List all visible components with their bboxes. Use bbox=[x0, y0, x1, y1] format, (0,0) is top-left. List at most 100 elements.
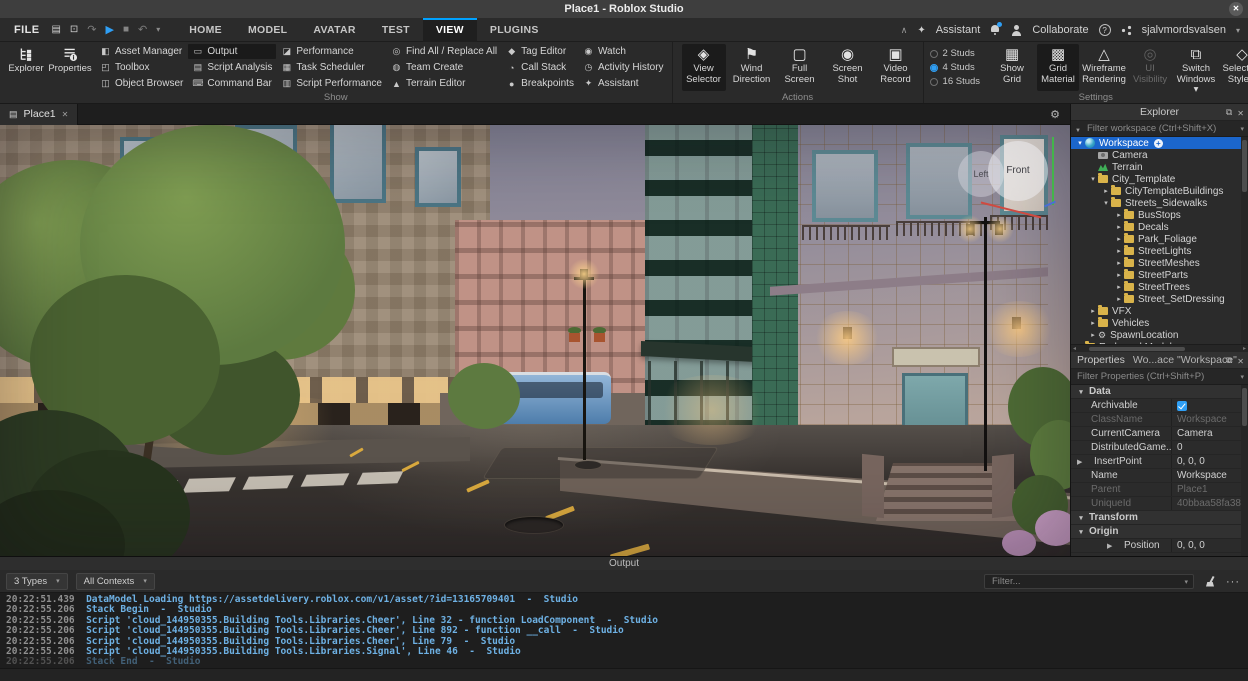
property-row-distributedgame[interactable]: DistributedGame...0 bbox=[1071, 441, 1248, 455]
collaborate-button[interactable]: Collaborate bbox=[1032, 24, 1088, 36]
ribbon-tab-home[interactable]: HOME bbox=[176, 18, 235, 42]
ribbon-tab-plugins[interactable]: PLUGINS bbox=[477, 18, 552, 42]
ribbon-item-activity-history[interactable]: ◷Activity History bbox=[579, 60, 668, 75]
properties-filter-input[interactable] bbox=[1075, 370, 1236, 383]
property-row-currentcamera[interactable]: CurrentCameraCamera bbox=[1071, 427, 1248, 441]
tree-item-streets-sidewalks[interactable]: ▾Streets_Sidewalks bbox=[1071, 197, 1248, 209]
expander-icon[interactable]: ▸ bbox=[1114, 247, 1124, 255]
help-icon[interactable] bbox=[1099, 24, 1111, 36]
popout-icon[interactable] bbox=[1226, 107, 1232, 118]
window-close-icon[interactable] bbox=[1229, 2, 1243, 16]
ribbon-item-terrain-editor[interactable]: ▲Terrain Editor bbox=[387, 76, 501, 91]
tab-close-icon[interactable] bbox=[62, 110, 69, 119]
ribbon-button-video-record[interactable]: ▣Video Record bbox=[874, 44, 918, 91]
property-value[interactable] bbox=[1171, 399, 1248, 412]
stop-icon[interactable]: ■ bbox=[123, 24, 129, 35]
caret-down-icon[interactable]: ▾ bbox=[156, 25, 160, 34]
property-value[interactable]: Workspace bbox=[1171, 469, 1248, 482]
tree-item-street-setdressing[interactable]: ▸Street_SetDressing bbox=[1071, 293, 1248, 305]
play-icon[interactable]: ▶ bbox=[106, 23, 114, 36]
property-section-transform[interactable]: ▾Transform bbox=[1071, 511, 1248, 525]
gear-icon[interactable] bbox=[1050, 108, 1060, 121]
tree-item-workspace[interactable]: ▾Workspace bbox=[1071, 137, 1243, 149]
user-caret-icon[interactable]: ▾ bbox=[1236, 26, 1240, 35]
explorer-horizontal-scrollbar[interactable]: ◂ ▸ bbox=[1071, 344, 1248, 352]
property-row-classname[interactable]: ClassNameWorkspace bbox=[1071, 413, 1248, 427]
tree-item-streetlights[interactable]: ▸StreetLights bbox=[1071, 245, 1248, 257]
panel-close-icon[interactable] bbox=[1237, 108, 1244, 118]
ribbon-item-command-bar[interactable]: ⌨Command Bar bbox=[188, 76, 276, 91]
property-section-origin[interactable]: ▾Origin bbox=[1071, 525, 1248, 539]
ribbon-button-view-selector[interactable]: ◈View Selector bbox=[682, 44, 726, 91]
tree-item-vfx[interactable]: ▸VFX bbox=[1071, 305, 1248, 317]
document-tab-place1[interactable]: Place1 bbox=[0, 104, 78, 125]
expander-icon[interactable]: ▸ bbox=[1088, 331, 1098, 339]
view-selector-widget[interactable]: Left Front bbox=[950, 133, 1070, 229]
property-row-position[interactable]: ▶Position0, 0, 0 bbox=[1071, 539, 1248, 553]
ribbon-item-tag-editor[interactable]: ◆Tag Editor bbox=[502, 44, 578, 59]
property-value[interactable]: Place1 bbox=[1171, 483, 1248, 496]
radio-4-studs[interactable]: 4 Studs bbox=[930, 62, 981, 73]
ribbon-tab-test[interactable]: TEST bbox=[369, 18, 423, 42]
tree-item-busstops[interactable]: ▸BusStops bbox=[1071, 209, 1248, 221]
ribbon-tab-avatar[interactable]: AVATAR bbox=[300, 18, 368, 42]
redo-icon[interactable]: ↷ bbox=[87, 23, 96, 36]
expander-icon[interactable]: ▸ bbox=[1088, 307, 1098, 315]
property-row-name[interactable]: NameWorkspace bbox=[1071, 469, 1248, 483]
tree-item-citytemplatebuildings[interactable]: ▸CityTemplateBuildings bbox=[1071, 185, 1248, 197]
clear-output-icon[interactable] bbox=[1204, 576, 1216, 588]
3d-viewport[interactable]: Left Front bbox=[0, 125, 1070, 556]
username[interactable]: sjalvmordsvalsen bbox=[1142, 24, 1226, 36]
types-filter-dropdown[interactable]: 3 Types ▾ bbox=[6, 573, 68, 590]
save-icon[interactable]: ▤ bbox=[51, 24, 60, 35]
property-row-archivable[interactable]: Archivable bbox=[1071, 399, 1248, 413]
ribbon-item-output[interactable]: ▭Output bbox=[188, 44, 276, 59]
expander-icon[interactable]: ▸ bbox=[1114, 271, 1124, 279]
explorer-toggle-button[interactable]: Explorer bbox=[5, 44, 47, 91]
ribbon-button-wind-direction[interactable]: ⚑Wind Direction bbox=[730, 44, 774, 91]
property-value[interactable]: 0, 0, 0 bbox=[1171, 539, 1248, 552]
checkbox-checked-icon[interactable] bbox=[1177, 401, 1187, 411]
ribbon-item-toolbox[interactable]: ◰Toolbox bbox=[96, 60, 187, 75]
scrollbar-thumb[interactable] bbox=[1242, 388, 1247, 426]
expander-icon[interactable]: ▾ bbox=[1088, 175, 1098, 183]
ribbon-button-wireframe-rendering[interactable]: △Wireframe Rendering bbox=[1083, 44, 1125, 91]
tree-item-vehicles[interactable]: ▸Vehicles bbox=[1071, 317, 1248, 329]
tree-item-terrain[interactable]: Terrain bbox=[1071, 161, 1248, 173]
ribbon-button-selection-style[interactable]: ◇Selection Style ▾ bbox=[1221, 44, 1248, 91]
expander-icon[interactable]: ▾ bbox=[1101, 199, 1111, 207]
expander-icon[interactable]: ▾ bbox=[1077, 514, 1085, 522]
tree-item-decals[interactable]: ▸Decals bbox=[1071, 221, 1248, 233]
ribbon-tab-model[interactable]: MODEL bbox=[235, 18, 300, 42]
property-value[interactable]: 0 bbox=[1171, 441, 1248, 454]
tree-item-park-foliage[interactable]: ▸Park_Foliage bbox=[1071, 233, 1248, 245]
property-value[interactable]: Workspace bbox=[1171, 413, 1248, 426]
expander-icon[interactable]: ▸ bbox=[1114, 211, 1124, 219]
view-selector-front-face[interactable]: Front bbox=[988, 141, 1048, 201]
radio-2-studs[interactable]: 2 Studs bbox=[930, 48, 981, 59]
ribbon-item-team-create[interactable]: ◍Team Create bbox=[387, 60, 501, 75]
tree-item-streetmeshes[interactable]: ▸StreetMeshes bbox=[1071, 257, 1248, 269]
publish-icon[interactable]: ⊡ bbox=[70, 24, 78, 35]
ribbon-button-switch-windows[interactable]: ⧉Switch Windows ▾ bbox=[1175, 44, 1217, 91]
tree-item-camera[interactable]: Camera bbox=[1071, 149, 1248, 161]
chevron-up-icon[interactable] bbox=[901, 24, 908, 36]
property-value[interactable]: 0, 0, 0 bbox=[1171, 455, 1248, 468]
filter-caret-icon[interactable]: ▾ bbox=[1184, 578, 1188, 586]
expander-icon[interactable]: ▶ bbox=[1107, 542, 1121, 550]
tree-item-streetparts[interactable]: ▸StreetParts bbox=[1071, 269, 1248, 281]
explorer-vertical-scrollbar[interactable] bbox=[1241, 137, 1248, 344]
ribbon-button-screen-shot[interactable]: ◉Screen Shot bbox=[826, 44, 870, 91]
ribbon-item-script-analysis[interactable]: ▤Script Analysis bbox=[188, 60, 276, 75]
expander-icon[interactable]: ▸ bbox=[1114, 235, 1124, 243]
undo-icon[interactable]: ↶ bbox=[138, 23, 147, 36]
properties-toggle-button[interactable]: Properties bbox=[49, 44, 91, 91]
tree-item-streettrees[interactable]: ▸StreetTrees bbox=[1071, 281, 1248, 293]
expander-icon[interactable]: ▶ bbox=[1077, 458, 1091, 466]
add-object-icon[interactable] bbox=[1154, 139, 1163, 148]
property-value[interactable]: Camera bbox=[1171, 427, 1248, 440]
tree-item-spawnlocation[interactable]: ▸SpawnLocation bbox=[1071, 329, 1248, 341]
properties-vertical-scrollbar[interactable] bbox=[1241, 385, 1248, 556]
ribbon-button-show-grid[interactable]: ▦Show Grid bbox=[991, 44, 1033, 91]
expander-icon[interactable]: ▾ bbox=[1075, 139, 1085, 147]
